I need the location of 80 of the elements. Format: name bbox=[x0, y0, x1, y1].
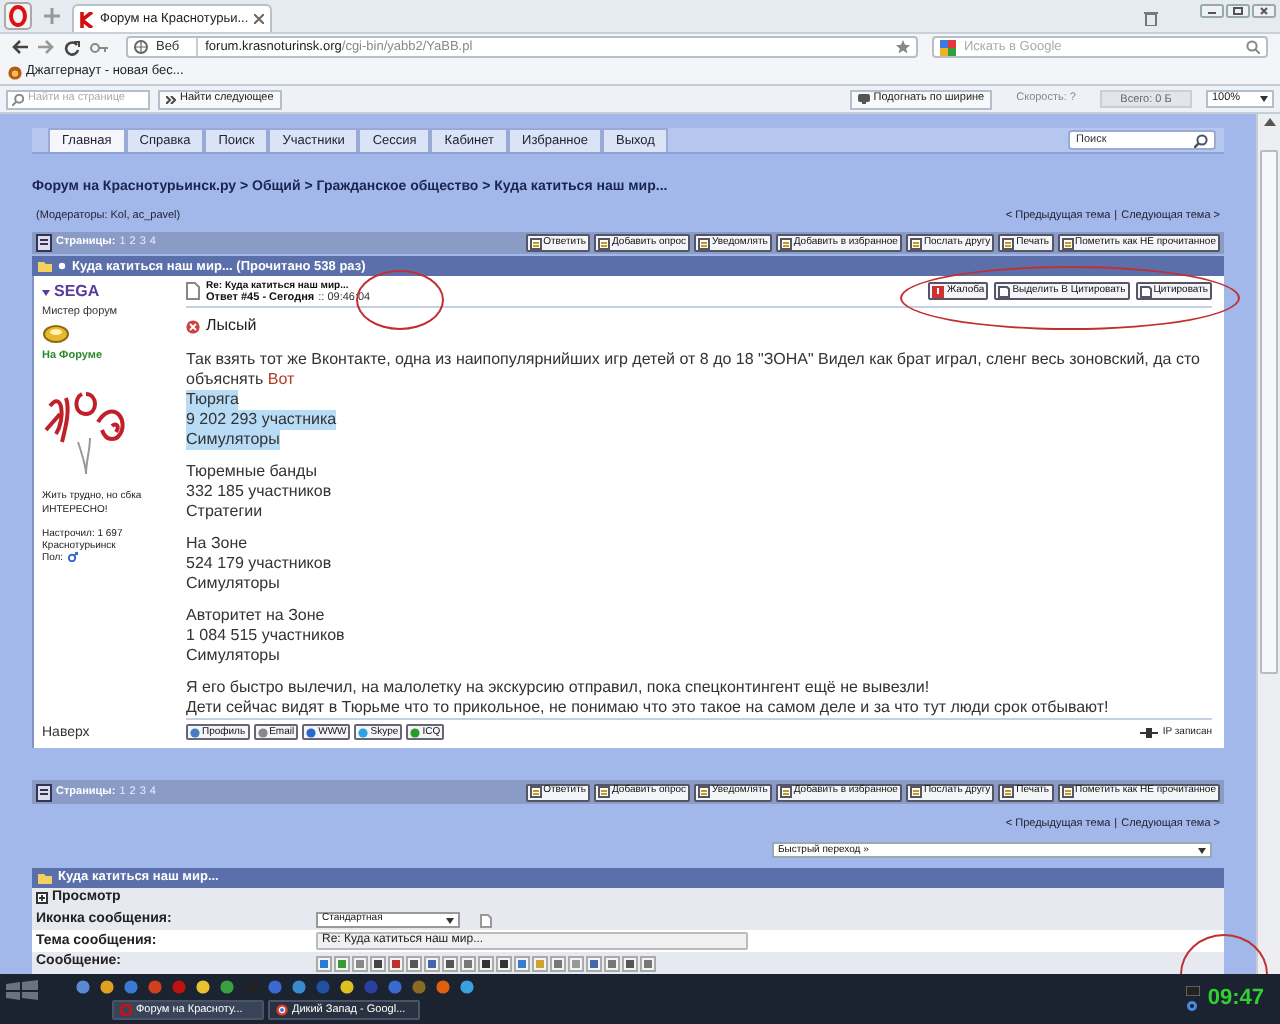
action-icon bbox=[909, 237, 922, 250]
action-icon bbox=[1002, 786, 1015, 799]
contact-icon bbox=[190, 727, 200, 738]
action-icon bbox=[597, 786, 610, 799]
caret-icon bbox=[1198, 847, 1206, 854]
contact-icon bbox=[306, 727, 317, 738]
post-text-line: Симуляторы bbox=[186, 574, 280, 595]
page-icon bbox=[1139, 285, 1152, 298]
pages-icon bbox=[36, 783, 52, 802]
post-text-line: Дети сейчас видят в Тюрьме что то прикольное, не понимаю что это такое на самом деле и за что тут люди срок отбывают! bbox=[186, 698, 1109, 719]
forward-icon[interactable] bbox=[38, 40, 54, 54]
scrollbar[interactable] bbox=[1256, 114, 1280, 974]
back-icon[interactable] bbox=[12, 40, 28, 54]
rank-badge-icon bbox=[42, 323, 70, 344]
start-button[interactable] bbox=[4, 980, 40, 1000]
warning-icon bbox=[932, 285, 945, 298]
monitor-icon bbox=[1185, 986, 1200, 996]
action-icon bbox=[1061, 237, 1074, 250]
post-text-line: 524 179 участников bbox=[186, 554, 332, 575]
post-paragraph: Так взять тот же Вконтакте, одна из наипопулярнийших игр детей от 8 до 18 "ЗОНА" Видел как брат играл, сленг весь зоновский, да сто объяснять Вот bbox=[186, 350, 1202, 391]
page-icon bbox=[998, 285, 1011, 298]
action-icon bbox=[529, 237, 542, 250]
action-icon bbox=[779, 786, 792, 799]
caret-icon bbox=[42, 289, 50, 296]
post-text-line: 332 185 участников bbox=[186, 482, 332, 503]
close-icon[interactable] bbox=[254, 14, 265, 24]
trash-icon[interactable] bbox=[1144, 10, 1158, 26]
search-icon bbox=[1246, 40, 1260, 54]
pages-icon bbox=[36, 234, 52, 253]
chrome-logo-icon bbox=[276, 1004, 288, 1016]
caret-icon bbox=[1260, 96, 1268, 102]
menu-button[interactable] bbox=[4, 2, 32, 30]
action-icon bbox=[909, 786, 922, 799]
search-icon bbox=[12, 93, 24, 105]
bullet-icon bbox=[58, 262, 66, 271]
action-icon bbox=[698, 786, 711, 799]
post-text-line: Я его быстро вылечил, на малолетку на экскурсию отправил, пока спецконтингент ещё не вывезли! bbox=[186, 678, 930, 699]
contact-icon bbox=[410, 727, 421, 738]
google-icon bbox=[940, 39, 958, 55]
clock: 09:47 bbox=[1207, 984, 1264, 1015]
action-icon bbox=[597, 237, 610, 250]
cross-circle-icon bbox=[186, 319, 200, 334]
maximize-button[interactable] bbox=[1226, 4, 1250, 18]
k-logo-icon bbox=[80, 11, 94, 27]
star-icon[interactable] bbox=[896, 40, 910, 54]
action-icon bbox=[698, 237, 711, 250]
circle-logo-icon bbox=[120, 1004, 132, 1016]
network-icon bbox=[1140, 727, 1159, 738]
close-button[interactable] bbox=[1252, 4, 1276, 18]
action-icon bbox=[1002, 237, 1015, 250]
new-tab-icon[interactable] bbox=[42, 6, 62, 26]
post-text-line: Симуляторы bbox=[186, 646, 280, 667]
fox-icon bbox=[8, 65, 22, 79]
post-text-line: Авторитет на Зоне bbox=[186, 606, 325, 627]
action-icon bbox=[779, 237, 792, 250]
post-title: Лысый bbox=[206, 314, 257, 339]
contact-icon bbox=[257, 727, 268, 738]
post-link[interactable]: Вот bbox=[267, 370, 295, 389]
monitor-icon bbox=[857, 94, 870, 104]
double-chevron-icon bbox=[166, 95, 176, 103]
search-icon bbox=[1194, 133, 1208, 147]
action-icon bbox=[1061, 786, 1074, 799]
caret-icon bbox=[446, 917, 454, 924]
gear-icon bbox=[1185, 1000, 1198, 1012]
scroll-thumb[interactable] bbox=[1260, 150, 1278, 674]
username-link[interactable]: SEGA bbox=[54, 280, 100, 305]
scroll-up-icon bbox=[1263, 118, 1275, 126]
post-text-line: 1 084 515 участников bbox=[186, 626, 345, 647]
minimize-button[interactable] bbox=[1200, 4, 1224, 18]
male-icon bbox=[67, 552, 78, 563]
globe-icon bbox=[134, 40, 148, 54]
document-icon bbox=[186, 282, 200, 301]
reload-icon[interactable] bbox=[64, 39, 80, 55]
expand-icon bbox=[36, 892, 48, 905]
post-text-line: Тюремные банды bbox=[186, 462, 317, 483]
contact-icon bbox=[358, 727, 369, 738]
post-text-line: Стратегии bbox=[186, 502, 263, 523]
post-text-line: На Зоне bbox=[186, 534, 248, 555]
key-icon[interactable] bbox=[90, 41, 108, 53]
action-icon bbox=[529, 786, 542, 799]
